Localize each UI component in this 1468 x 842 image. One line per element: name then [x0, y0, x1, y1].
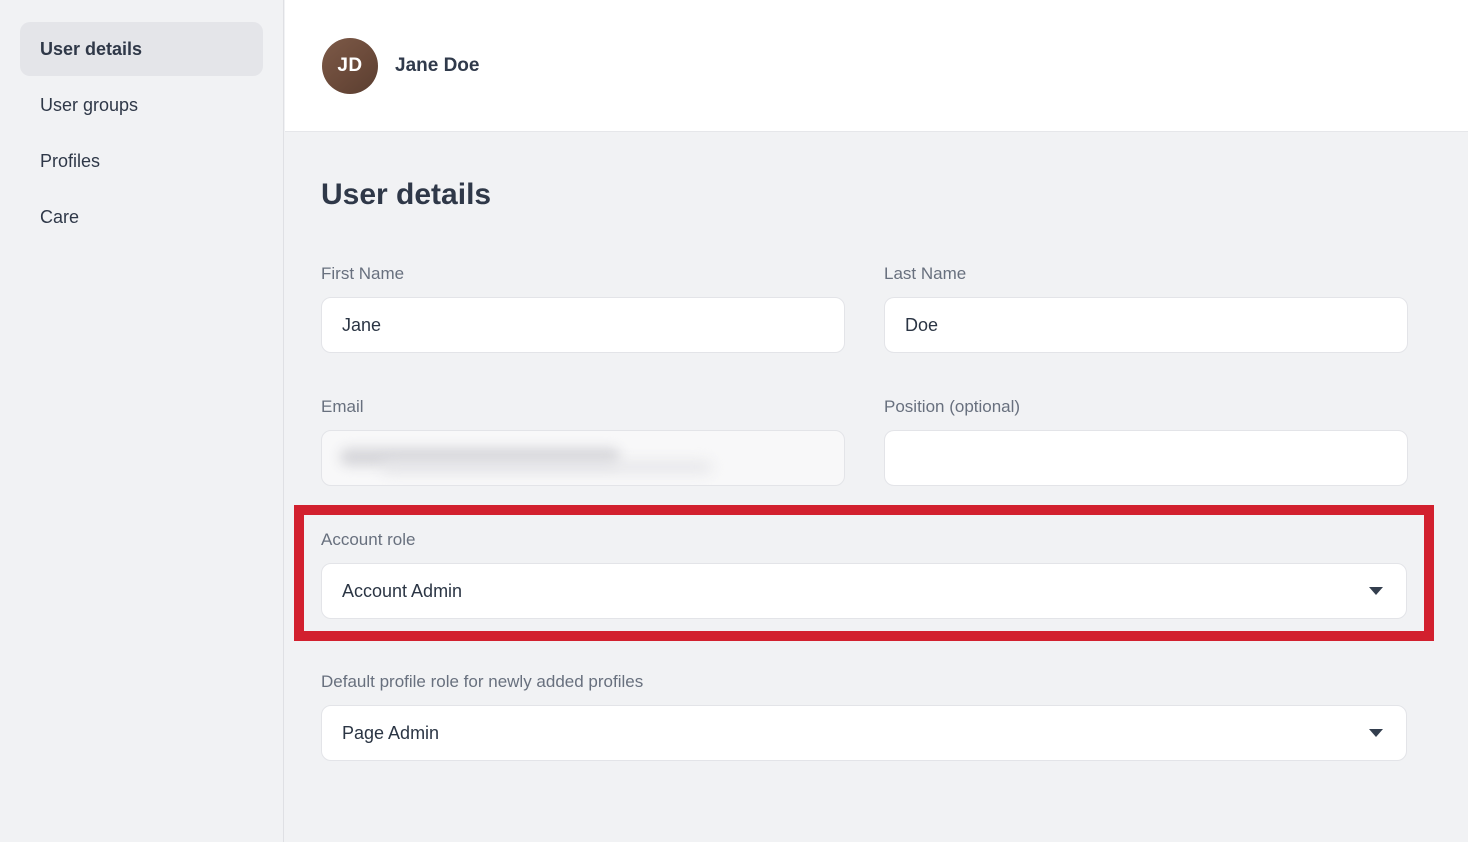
chevron-down-icon — [1369, 587, 1383, 595]
last-name-label: Last Name — [884, 264, 966, 284]
sidebar-item-user-groups[interactable]: User groups — [20, 78, 263, 132]
email-label: Email — [321, 397, 364, 417]
position-input[interactable] — [884, 430, 1408, 486]
account-role-select[interactable]: Account Admin — [321, 563, 1407, 619]
chevron-down-icon — [1369, 729, 1383, 737]
sidebar-item-user-details[interactable]: User details — [20, 22, 263, 76]
avatar: JD — [322, 38, 378, 94]
account-role-label: Account role — [321, 530, 416, 550]
page-title: User details — [321, 177, 491, 213]
default-profile-role-label: Default profile role for newly added pro… — [321, 672, 643, 692]
user-header: JD Jane Doe — [285, 0, 1468, 132]
user-details-panel: User details First Name Last Name Email … — [285, 133, 1468, 842]
default-profile-role-value: Page Admin — [342, 723, 439, 744]
sidebar-item-label: User groups — [40, 95, 138, 116]
redacted-email-value-blur — [382, 461, 712, 473]
default-profile-role-select[interactable]: Page Admin — [321, 705, 1407, 761]
user-name: Jane Doe — [395, 55, 479, 77]
first-name-label: First Name — [321, 264, 404, 284]
sidebar-item-care[interactable]: Care — [20, 190, 263, 244]
sidebar-item-profiles[interactable]: Profiles — [20, 134, 263, 188]
position-label: Position (optional) — [884, 397, 1020, 417]
sidebar-item-label: Profiles — [40, 151, 100, 172]
first-name-input[interactable] — [321, 297, 845, 353]
sidebar-nav: User details User groups Profiles Care — [0, 0, 283, 244]
sidebar-item-label: User details — [40, 39, 142, 60]
sidebar: User details User groups Profiles Care — [0, 0, 284, 842]
email-input[interactable] — [321, 430, 845, 486]
last-name-input[interactable] — [884, 297, 1408, 353]
account-role-value: Account Admin — [342, 581, 462, 602]
sidebar-item-label: Care — [40, 207, 79, 228]
settings-page: User details User groups Profiles Care J… — [0, 0, 1468, 842]
